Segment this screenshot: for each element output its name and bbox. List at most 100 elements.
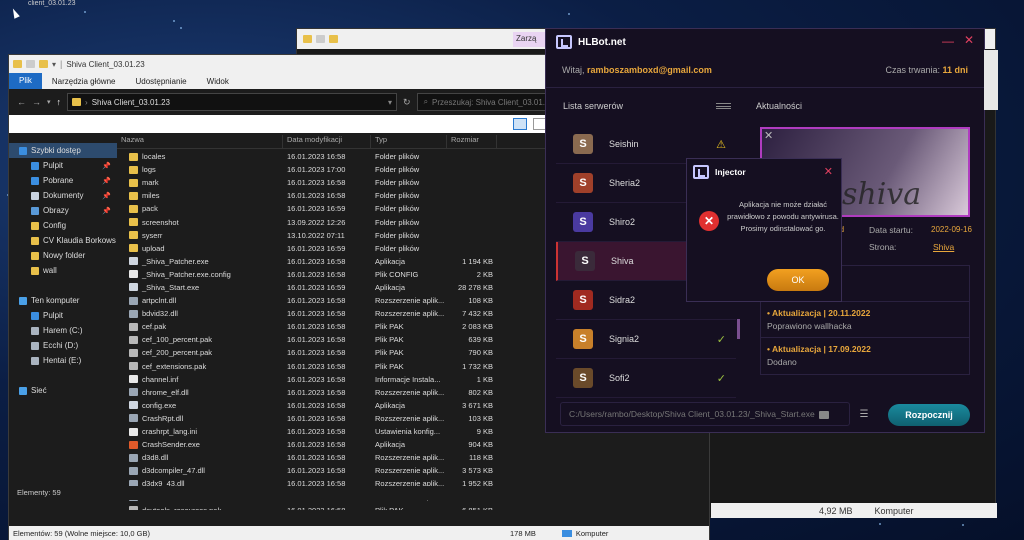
sidebar-item[interactable]: Sieć (9, 383, 117, 398)
back-arrow-icon[interactable]: ← (17, 97, 26, 107)
sidebar-item[interactable]: Nowy folder (9, 248, 117, 263)
pin-icon[interactable]: 📌 (102, 177, 111, 185)
list-menu-icon[interactable] (716, 103, 731, 109)
folder-icon (13, 60, 22, 68)
server-name: Sofi2 (609, 373, 630, 383)
subscription-duration: Czas trwania: 11 dni (885, 65, 968, 75)
address-dropdown-icon[interactable]: ▾ (388, 98, 396, 107)
partial-window-edge (984, 50, 998, 110)
forward-arrow-icon[interactable]: → (32, 97, 41, 107)
file-date: 13.10.2022 07:11 (287, 230, 345, 240)
pin-icon[interactable]: 📌 (102, 162, 111, 170)
file-name: bdvid32.dll (142, 309, 178, 319)
details-view-icon[interactable] (513, 118, 527, 130)
folder-icon (129, 152, 138, 161)
close-icon[interactable]: ✕ (964, 33, 974, 47)
column-type[interactable]: Typ (371, 135, 447, 148)
sidebar-item (9, 368, 117, 383)
hlbot-titlebar[interactable]: HLBot.net (546, 29, 984, 55)
sidebar-item[interactable]: Szybki dostęp (9, 143, 117, 158)
file-row[interactable]: d3d8.dll 16.01.2023 16:58 Rozszerzenie apl… (117, 451, 707, 464)
sidebar-item[interactable]: Ten komputer (9, 293, 117, 308)
server-name: Sidra2 (609, 295, 636, 305)
ribbon-tab-share[interactable]: Udostępnianie (125, 77, 196, 86)
file-name: chrome_elf.dll (142, 387, 189, 397)
sidebar-item[interactable]: Pobrane 📌 (9, 173, 117, 188)
sidebar-item[interactable]: Pulpit 📌 (9, 158, 117, 173)
sidebar-item[interactable]: Dokumenty 📌 (9, 188, 117, 203)
file-date: 16.01.2023 16:58 (287, 309, 346, 319)
website-link[interactable]: Shiva (933, 242, 954, 252)
file-name-cell: artpclnt.dll (117, 296, 283, 305)
pin-icon[interactable]: 📌 (102, 192, 111, 200)
list-icon[interactable]: ☰ (854, 402, 874, 426)
browse-folder-icon[interactable] (819, 411, 829, 419)
sidebar-item[interactable]: Harem (C:) (9, 323, 117, 338)
file-type: Rozszerzenie aplik... (375, 296, 445, 306)
file-name-cell: config.exe (117, 401, 283, 410)
start-button[interactable]: Rozpocznij (888, 404, 970, 426)
sidebar-item-icon (31, 191, 39, 200)
file-row[interactable]: devtools_resources.pak 16.01.2023 16:58Pl… (117, 504, 707, 510)
file-type: Plik PAK (371, 506, 447, 510)
file-type: Aplikacja (375, 440, 406, 450)
divider (546, 87, 986, 88)
server-name: Signia2 (609, 334, 640, 344)
up-arrow-icon[interactable]: ↑ (57, 97, 62, 107)
check-icon: ✓ (716, 333, 726, 346)
file-row[interactable]: CrashSender.exe 16.01.2023 16:58 Aplikacja… (117, 438, 707, 451)
sidebar-item-icon (19, 386, 27, 395)
injector-dialog[interactable]: Injector ✕ ✕ Aplikacja nie może działać … (686, 158, 842, 302)
recent-dropdown-icon[interactable]: ▾ (47, 98, 51, 106)
close-banner-icon[interactable]: ✕ (764, 129, 773, 142)
sidebar-item[interactable]: Hentai (E:) (9, 353, 117, 368)
file-type: Folder plików (375, 152, 420, 162)
start-date-value: 2022-09-16 (931, 225, 972, 234)
server-item[interactable]: S Signia2 ✓ (556, 320, 736, 359)
pin-icon[interactable]: 📌 (102, 207, 111, 215)
server-list-scrollbar[interactable] (737, 319, 740, 339)
column-date[interactable]: Data modyfikacji (283, 135, 371, 148)
pak-icon (129, 362, 138, 371)
crash-icon (129, 440, 138, 449)
sidebar-item[interactable]: wall (9, 263, 117, 278)
sidebar-item[interactable]: Pulpit (9, 308, 117, 323)
sidebar-item-label: Dokumenty (43, 191, 84, 200)
sidebar-item[interactable]: Config (9, 218, 117, 233)
address-bar[interactable]: › Shiva Client_03.01.23 ▾ (67, 93, 398, 111)
file-type: Ustawienia konfig... (375, 427, 441, 437)
close-icon[interactable]: ✕ (824, 165, 833, 178)
file-date: 16.01.2023 16:58 (287, 374, 346, 384)
column-name[interactable]: Nazwa (117, 135, 283, 148)
sidebar-item[interactable]: CV Klaudia Borkows (9, 233, 117, 248)
ok-button[interactable]: OK (767, 269, 829, 291)
file-name-cell: bdvid32.dll (117, 309, 283, 318)
minimize-icon[interactable]: — (942, 34, 954, 48)
file-name-cell: cef.pak (117, 322, 283, 331)
ribbon-tab-view[interactable]: Widok (197, 77, 239, 86)
file-row[interactable]: d3dcompiler_47.dll 16.01.2023 16:58 Rozsze… (117, 464, 707, 477)
new-folder-icon[interactable] (39, 60, 48, 68)
file-name-cell: logs (117, 165, 283, 174)
sidebar-item-icon (31, 161, 39, 170)
refresh-icon[interactable]: ↻ (403, 97, 411, 108)
bottom-status-text: Elementów: 59 (Wolne miejsce: 10,0 GB) (13, 528, 151, 538)
quick-access-dropdown-icon[interactable]: ▾ (52, 60, 56, 69)
ribbon-tab-home[interactable]: Narzędzia główne (42, 77, 126, 86)
properties-icon[interactable] (26, 60, 35, 68)
file-date: 16.01.2023 16:58 (283, 506, 371, 510)
file-date: 16.01.2023 16:58 (287, 256, 346, 266)
game-path-input[interactable]: C:/Users/rambo/Desktop/Shiva Client_03.0… (560, 402, 850, 426)
column-size[interactable]: Rozmiar (447, 135, 497, 148)
ribbon-tab-file[interactable]: Plik (9, 73, 42, 89)
dll-icon (129, 296, 138, 305)
file-name-cell: chrome_elf.dll (117, 388, 283, 397)
file-size: 2 083 KB (462, 322, 493, 332)
sidebar-item[interactable]: Ecchi (D:) (9, 338, 117, 353)
sidebar-item-icon (19, 146, 27, 155)
server-item[interactable]: S Sofi2 ✓ (556, 359, 736, 398)
sidebar-item-icon (31, 356, 39, 365)
injector-titlebar[interactable]: Injector (687, 159, 841, 185)
sidebar-item[interactable]: Obrazy 📌 (9, 203, 117, 218)
file-name-cell: CrashRpt.dll (117, 414, 283, 423)
